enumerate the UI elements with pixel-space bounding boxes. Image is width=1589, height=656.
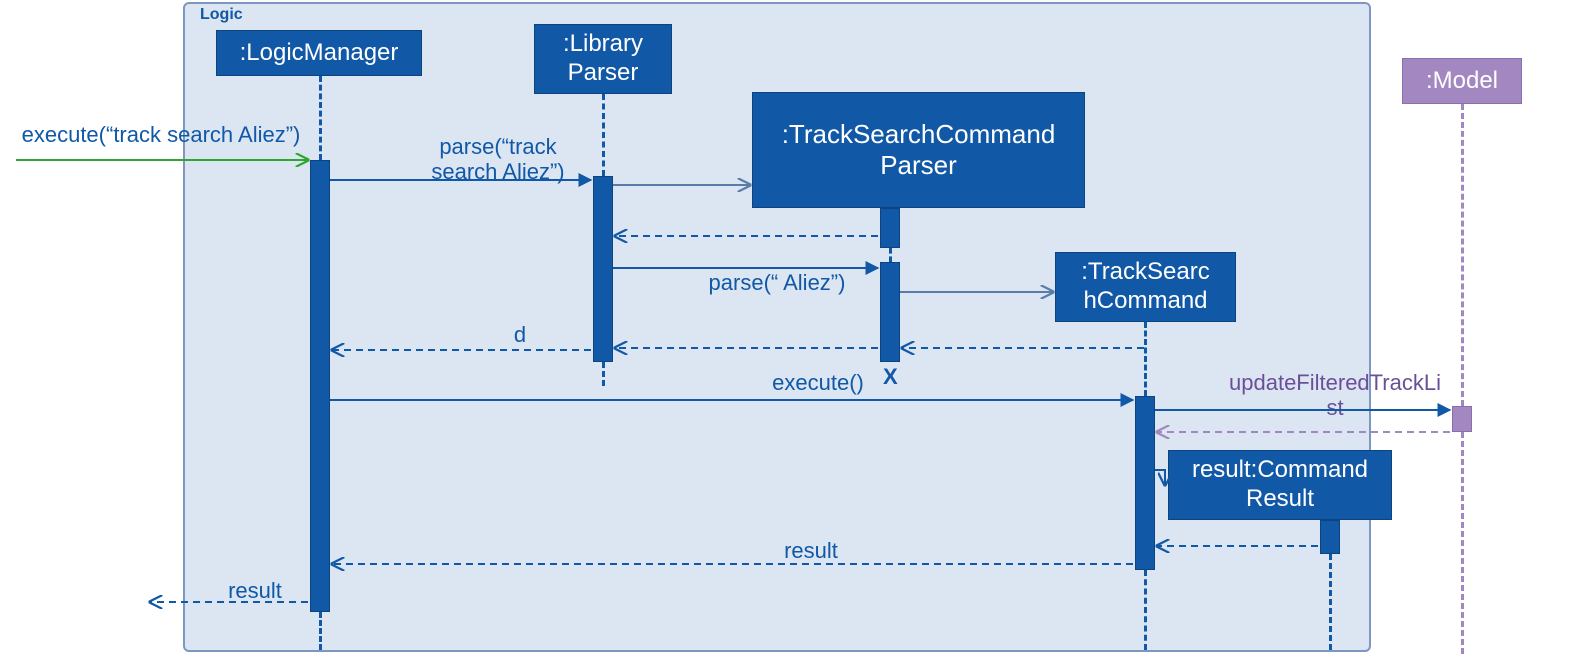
dash-model-bot <box>1461 432 1464 654</box>
dash-library-parser-bot <box>602 362 605 386</box>
frame-label: Logic <box>200 6 243 24</box>
dash-model-top <box>1461 104 1464 406</box>
lifeline-logic-manager: :LogicManager <box>216 30 422 76</box>
dash-logic-manager-top <box>319 76 322 160</box>
msg-execute-in: execute(“track search Aliez”) <box>16 122 306 147</box>
dash-tsc-top <box>1144 322 1147 396</box>
dash-tsc-bot <box>1144 570 1147 650</box>
lifeline-model: :Model <box>1402 58 1522 104</box>
lifeline-tscp: :TrackSearchCommand Parser <box>752 92 1085 208</box>
activation-tsc <box>1135 396 1155 570</box>
msg-ret-result: result <box>766 538 856 563</box>
lifeline-tsc-label: :TrackSearc hCommand <box>1081 258 1209 316</box>
activation-tscp-1 <box>880 208 900 248</box>
lifeline-logic-manager-label: :LogicManager <box>240 39 399 68</box>
msg-parse2: parse(“ Aliez”) <box>692 270 862 295</box>
activation-tscp-2 <box>880 262 900 362</box>
dash-library-parser-top <box>602 94 605 176</box>
dash-tscp-mid <box>889 248 892 262</box>
lifeline-tscp-label: :TrackSearchCommand Parser <box>782 119 1056 181</box>
activation-logic-manager <box>310 160 330 612</box>
activation-library-parser <box>593 176 613 362</box>
destroy-mark: X <box>883 364 898 390</box>
msg-parse1: parse(“track search Aliez”) <box>408 134 588 185</box>
lifeline-tsc: :TrackSearc hCommand <box>1055 252 1236 322</box>
lifeline-cmd-result-label: result:Command Result <box>1192 456 1368 514</box>
lifeline-library-parser: :Library Parser <box>534 24 672 94</box>
msg-ret-d: d <box>500 322 540 347</box>
lifeline-cmd-result: result:Command Result <box>1168 450 1392 520</box>
activation-cmd-result <box>1320 520 1340 554</box>
dash-logic-manager-bot <box>319 612 322 650</box>
msg-update-list: updateFilteredTrackLi st <box>1210 370 1460 421</box>
msg-execute-cmd: execute() <box>758 370 878 395</box>
dash-cmd-result-bot <box>1329 554 1332 650</box>
lifeline-model-label: :Model <box>1426 67 1498 96</box>
lifeline-library-parser-label: :Library Parser <box>563 30 643 88</box>
msg-ret-result-out: result <box>210 578 300 603</box>
